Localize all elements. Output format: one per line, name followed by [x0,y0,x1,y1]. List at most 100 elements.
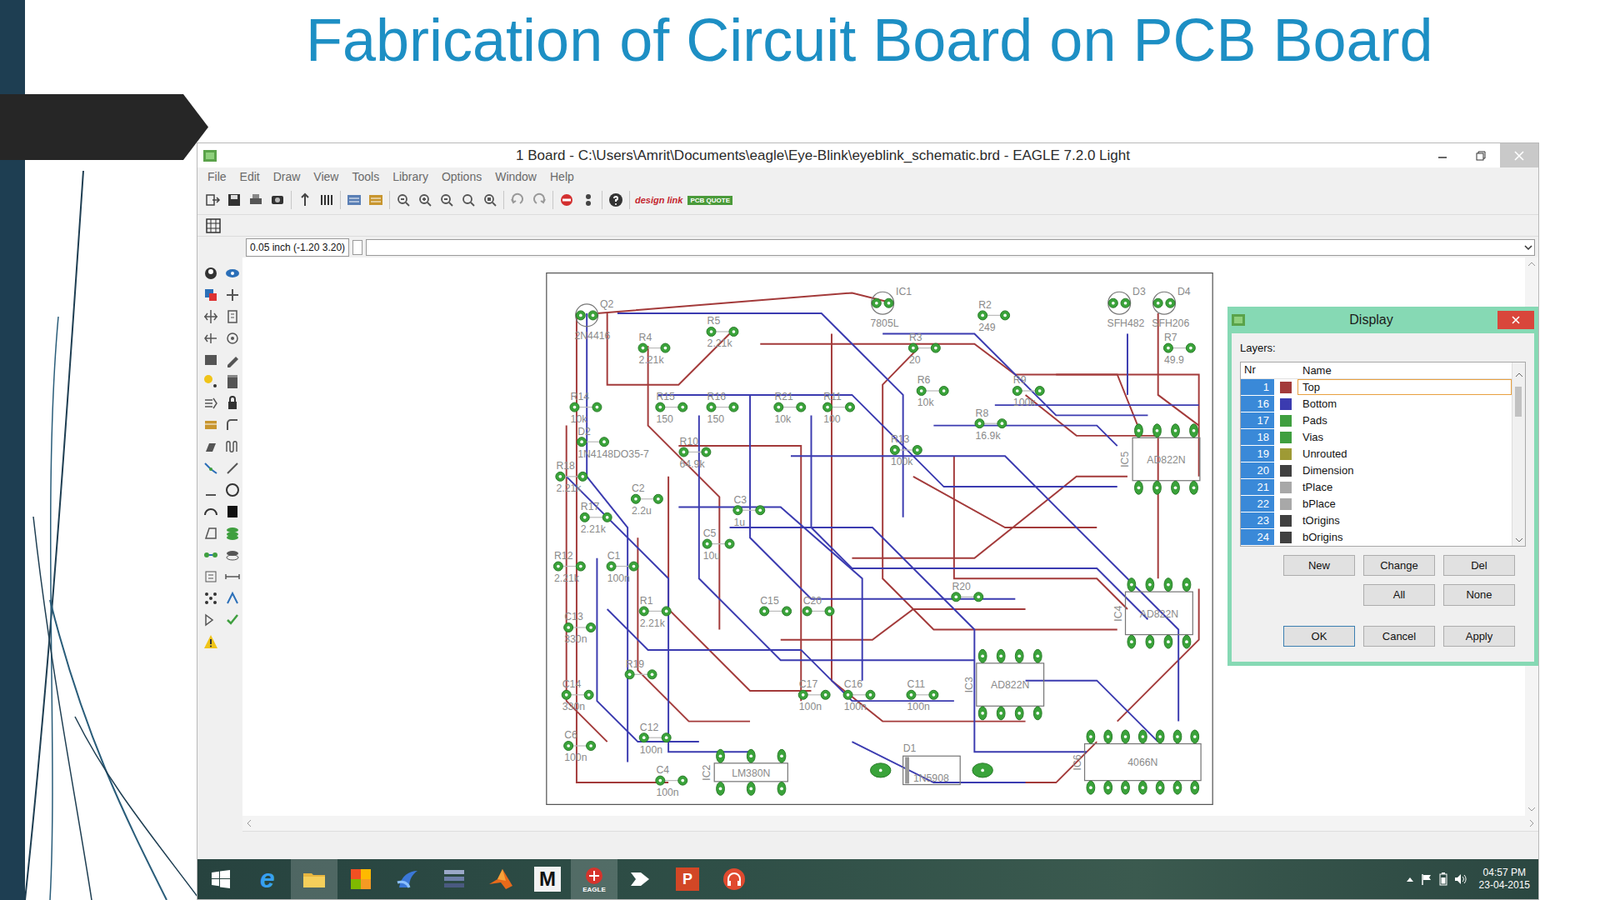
top-trace[interactable] [576,313,669,783]
component[interactable]: IC4AD822N [1112,578,1194,649]
taskbar-app[interactable] [337,859,385,900]
scroll-right-icon[interactable] [1528,819,1535,828]
battery-icon[interactable] [1439,872,1448,886]
tool-icon[interactable] [202,568,220,585]
component[interactable]: C4100n [655,764,688,799]
dialog-button[interactable]: OK [1283,625,1355,648]
tool-icon[interactable] [202,503,220,520]
tool-icon[interactable] [224,351,241,369]
toolbar-icon[interactable] [509,191,526,209]
component[interactable]: C17100n [798,678,830,713]
toolbar-icon[interactable] [607,191,625,209]
toolbar-icon[interactable] [367,191,385,209]
tool-icon[interactable] [202,611,220,629]
layer-row[interactable]: 18 Vias [1240,429,1512,446]
toolbar-icon[interactable] [416,191,434,209]
bottom-trace[interactable] [596,558,699,742]
layer-number[interactable]: 1 [1240,379,1275,396]
tool-icon[interactable] [224,611,241,629]
component[interactable]: R19 [625,658,657,680]
layer-name[interactable]: tOrigins [1297,512,1512,529]
grid-icon[interactable] [205,218,221,234]
dialog-button[interactable]: Apply [1443,625,1515,648]
taskbar-app[interactable] [710,859,758,900]
component[interactable]: D3SFH482 [1106,285,1145,330]
layer-number[interactable]: 18 [1240,429,1275,446]
component[interactable]: R816.9k [975,407,1007,442]
component[interactable]: C22.2u [630,482,663,517]
layer-row[interactable]: 1Top [1240,379,1512,396]
tool-icon[interactable] [224,590,241,607]
menu-item[interactable]: Help [543,168,581,186]
component[interactable]: C510u [702,527,735,562]
dialog-button[interactable]: Del [1443,555,1515,577]
menu-item[interactable]: Edit [233,168,267,186]
component[interactable]: R12.21k [639,595,671,630]
tool-icon[interactable] [224,438,241,455]
bottom-trace[interactable] [566,476,750,753]
layer-name[interactable]: tPlace [1297,479,1512,495]
show-hidden-icon[interactable] [1405,875,1415,883]
layer-name[interactable]: bPlace [1297,495,1512,512]
tool-icon[interactable] [202,395,220,412]
layer-number[interactable]: 23 [1240,512,1275,530]
tool-icon[interactable] [224,416,241,434]
menu-item[interactable]: Tools [345,168,386,186]
pcb-board[interactable]: Q22N4416IC17805LR2249D3SFH482D4SFH206R42… [545,272,1214,805]
toolbar-icon[interactable] [269,191,286,209]
layer-number[interactable]: 22 [1240,495,1275,513]
component[interactable]: R11100 [823,390,855,425]
toolbar-icon[interactable] [296,191,314,209]
layer-number[interactable]: 20 [1240,462,1275,480]
top-trace[interactable] [596,292,893,313]
taskbar-app[interactable] [384,859,431,900]
component[interactable]: R52.21k [706,315,739,350]
toolbar-icon[interactable] [558,191,575,209]
bottom-trace[interactable] [790,455,1179,721]
toolbar-icon[interactable] [580,191,597,209]
speaker-icon[interactable] [1454,873,1468,885]
component[interactable]: R172.21k [580,500,612,535]
pcb-quote-logo[interactable]: PCB QUOTE [687,195,733,205]
tool-icon[interactable] [224,525,241,542]
tool-icon[interactable] [224,546,241,564]
component[interactable]: R1410k [570,390,602,425]
top-trace[interactable] [648,345,720,630]
close-button[interactable] [1500,143,1539,168]
component[interactable]: R1064.9k [679,435,711,470]
tool-icon[interactable] [224,308,241,325]
tool-icon[interactable] [202,286,220,304]
layer-row[interactable]: 17Pads [1240,412,1512,430]
component[interactable]: C14330n [561,678,594,713]
layer-name[interactable]: Vias [1297,429,1512,445]
command-field[interactable] [365,239,1535,256]
toolbar-icon[interactable] [225,191,243,209]
taskbar-app[interactable] [477,859,525,900]
toolbar-icon[interactable] [481,191,499,209]
bottom-trace[interactable] [730,527,1087,752]
component[interactable]: R20 [951,580,984,602]
component[interactable]: R320 [908,331,940,366]
component[interactable]: IC2LM380N [700,749,788,795]
layer-row[interactable]: 21tPlace [1240,479,1512,496]
component[interactable]: R16150 [706,390,739,425]
taskbar-app[interactable]: e [244,859,291,900]
clock[interactable]: 04:57 PM23-04-2015 [1474,866,1530,892]
toolbar-icon[interactable] [204,191,221,209]
tool-icon[interactable] [202,351,220,369]
column-header[interactable]: Nr [1240,361,1275,379]
component[interactable]: C1100n [606,550,639,585]
bottom-trace[interactable] [607,609,955,701]
component[interactable]: R9100k [1012,374,1045,409]
tool-icon[interactable] [202,265,220,282]
component[interactable]: C31u [733,494,765,529]
component[interactable]: D11N5908 [870,742,993,785]
layer-number[interactable]: 16 [1240,395,1275,413]
restore-button[interactable] [1461,143,1500,168]
component[interactable]: D21N4148DO35-7 [577,425,650,460]
warning-icon[interactable] [202,633,220,650]
tool-icon[interactable] [202,590,220,607]
dialog-button[interactable]: New [1283,555,1355,577]
component[interactable]: C6100n [564,729,596,764]
menu-item[interactable]: View [306,168,345,186]
